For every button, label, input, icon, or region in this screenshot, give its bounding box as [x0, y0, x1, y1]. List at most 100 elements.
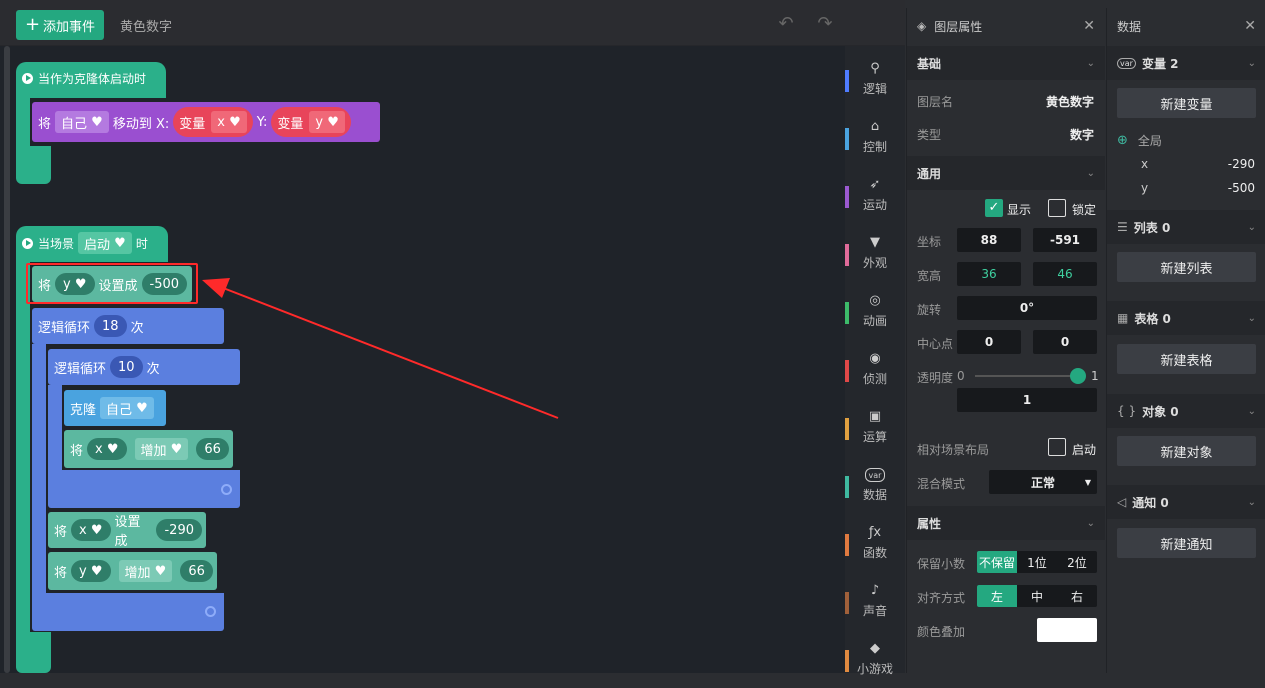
hat-block-foot	[16, 632, 51, 673]
category-label: 函数	[862, 545, 887, 560]
redo-icon[interactable]: ↷	[815, 14, 835, 34]
category-label: 外观	[862, 255, 887, 270]
chevron-down-icon: ⌄	[1247, 57, 1256, 69]
section-basic[interactable]: 基础 ⌄	[907, 46, 1105, 80]
decimals-option-0[interactable]: 不保留	[977, 551, 1017, 573]
decimals-segmented: 不保留 1位 2位	[977, 551, 1097, 573]
decimals-option-1[interactable]: 1位	[1017, 551, 1057, 573]
block-category-bar: ⚲ 逻辑 ⌂ 控制 ➶ 运动 ▼ 外观 ◎ 动画 ◉ 侦测 ▣ 运算 var 数据 ƒx 函数 ♪ 声音 ◆ 小游戏	[845, 46, 905, 676]
inc-x-value[interactable]: 66	[196, 438, 229, 460]
loop2-count[interactable]: 10	[110, 356, 143, 378]
caret-down-icon: ▼	[1084, 477, 1091, 487]
align-left[interactable]: 左	[977, 585, 1017, 607]
new-table-button[interactable]: 新建表格	[1117, 344, 1256, 374]
objects-header[interactable]: { } 对象 0 ⌄	[1107, 394, 1265, 428]
set-x-var-dropdown[interactable]: x ♥	[71, 519, 111, 541]
clone-block[interactable]: 克隆 自己 ♥	[64, 390, 166, 426]
annotation-arrow	[202, 278, 559, 419]
category-mic[interactable]: ♪ 声音	[845, 572, 905, 630]
variable-y-reporter[interactable]: 变量 y ♥	[271, 107, 351, 137]
loop-outer-arm	[32, 344, 46, 594]
move-to-block[interactable]: 将 自己 ♥ 移动到 X: 变量 x ♥ Y: 变量 y ♥	[32, 102, 380, 142]
new-object-button[interactable]: 新建对象	[1117, 436, 1256, 466]
var-y-dropdown[interactable]: y ♥	[309, 111, 345, 133]
relative-layout-label: 相对场景布局	[917, 443, 990, 457]
category-label: 数据	[862, 487, 887, 502]
coord-y-input[interactable]: -591	[1033, 228, 1097, 252]
show-checkbox[interactable]: ✓	[985, 199, 1003, 217]
inc-y-op-dropdown[interactable]: 增加 ♥	[118, 560, 173, 582]
tables-header[interactable]: ▦ 表格 0 ⌄	[1107, 301, 1265, 335]
move-target-dropdown[interactable]: 自己 ♥	[55, 111, 109, 133]
chevron-down-icon: ⌄	[1247, 496, 1256, 508]
category-label: 小游戏	[856, 661, 893, 676]
add-event-button[interactable]: + 添加事件	[16, 10, 104, 40]
close-icon[interactable]: ✕	[1244, 18, 1256, 34]
braces-icon: { }	[1117, 404, 1137, 418]
inc-y-value[interactable]: 66	[180, 560, 213, 582]
width-input[interactable]: 36	[957, 262, 1021, 286]
current-layer-title: 黄色数字	[120, 20, 173, 35]
chevron-down-icon: ⌄	[1247, 221, 1256, 233]
section-attributes[interactable]: 属性 ⌄	[907, 506, 1105, 540]
increase-y-block[interactable]: 将 y ♥ 增加 ♥ 66	[48, 552, 217, 590]
opacity-slider-handle[interactable]	[1070, 368, 1086, 384]
new-list-button[interactable]: 新建列表	[1117, 252, 1256, 282]
new-notice-button[interactable]: 新建通知	[1117, 528, 1256, 558]
chevron-down-icon: ⌄	[1086, 57, 1095, 69]
lock-checkbox[interactable]	[1048, 199, 1066, 217]
coord-x-input[interactable]: 88	[957, 228, 1021, 252]
align-right[interactable]: 右	[1057, 585, 1097, 607]
center-y-input[interactable]: 0	[1033, 330, 1097, 354]
align-segmented: 左 中 右	[977, 585, 1097, 607]
show-label: 显示	[1007, 203, 1032, 217]
notices-header[interactable]: ◁ 通知 0 ⌄	[1107, 485, 1265, 519]
new-variable-button[interactable]: 新建变量	[1117, 88, 1256, 118]
increase-x-block[interactable]: 将 x ♥ 增加 ♥ 66	[64, 430, 233, 468]
inc-x-var-dropdown[interactable]: x ♥	[87, 438, 127, 460]
opacity-input[interactable]: 1	[957, 388, 1097, 412]
loop1-count[interactable]: 18	[94, 315, 127, 337]
align-label: 对齐方式	[917, 591, 966, 605]
category-run[interactable]: ➶ 运动	[845, 166, 905, 224]
section-general[interactable]: 通用 ⌄	[907, 156, 1105, 190]
rotate-input[interactable]: 0°	[957, 296, 1097, 320]
category-calc[interactable]: ▣ 运算	[845, 398, 905, 456]
relative-layout-checkbox[interactable]	[1048, 438, 1066, 456]
category-sensor[interactable]: ◉ 侦测	[845, 340, 905, 398]
set-x-block[interactable]: 将 x ♥ 设置成 -290	[48, 512, 206, 549]
undo-icon[interactable]: ↶	[776, 14, 796, 34]
lists-header[interactable]: ☰ 列表 0 ⌄	[1107, 210, 1265, 244]
loop-inner-arm	[48, 385, 62, 471]
inc-y-var-dropdown[interactable]: y ♥	[71, 560, 111, 582]
hat-block-label: 当作为克隆体启动时	[38, 72, 147, 86]
close-icon[interactable]: ✕	[1083, 18, 1095, 34]
color-overlay-swatch[interactable]	[1037, 618, 1097, 642]
blend-mode-select[interactable]: 正常 ▼	[989, 470, 1097, 494]
opacity-slider-track[interactable]	[975, 375, 1077, 377]
height-input[interactable]: 46	[1033, 262, 1097, 286]
align-center[interactable]: 中	[1017, 585, 1057, 607]
var-x-dropdown[interactable]: x ♥	[211, 111, 247, 133]
canvas-scrollbar[interactable]	[4, 46, 10, 673]
category-control[interactable]: ⌂ 控制	[845, 108, 905, 166]
category-tree[interactable]: ⚲ 逻辑	[845, 50, 905, 108]
inc-op-dropdown[interactable]: 增加 ♥	[134, 438, 189, 460]
variables-header[interactable]: var 变量 2 ⌄	[1107, 46, 1265, 80]
category-game[interactable]: ◆ 小游戏	[845, 630, 905, 688]
variable-x-reporter[interactable]: 变量 x ♥	[173, 107, 253, 137]
set-x-value[interactable]: -290	[156, 519, 202, 541]
category-animation[interactable]: ◎ 动画	[845, 282, 905, 340]
category-shirt[interactable]: ▼ 外观	[845, 224, 905, 282]
color-overlay-label: 颜色叠加	[917, 625, 966, 639]
category-color-bar	[845, 418, 849, 440]
category-fx[interactable]: ƒx 函数	[845, 514, 905, 572]
scene-event-dropdown[interactable]: 启动 ♥	[78, 232, 132, 254]
chevron-down-icon: ⌄	[1086, 517, 1095, 529]
category-var[interactable]: var 数据	[845, 456, 905, 514]
hat-block-arm	[16, 98, 30, 148]
clone-target-dropdown[interactable]: 自己 ♥	[100, 397, 154, 419]
center-x-input[interactable]: 0	[957, 330, 1021, 354]
hat-block-arm	[16, 262, 30, 634]
decimals-option-2[interactable]: 2位	[1057, 551, 1097, 573]
